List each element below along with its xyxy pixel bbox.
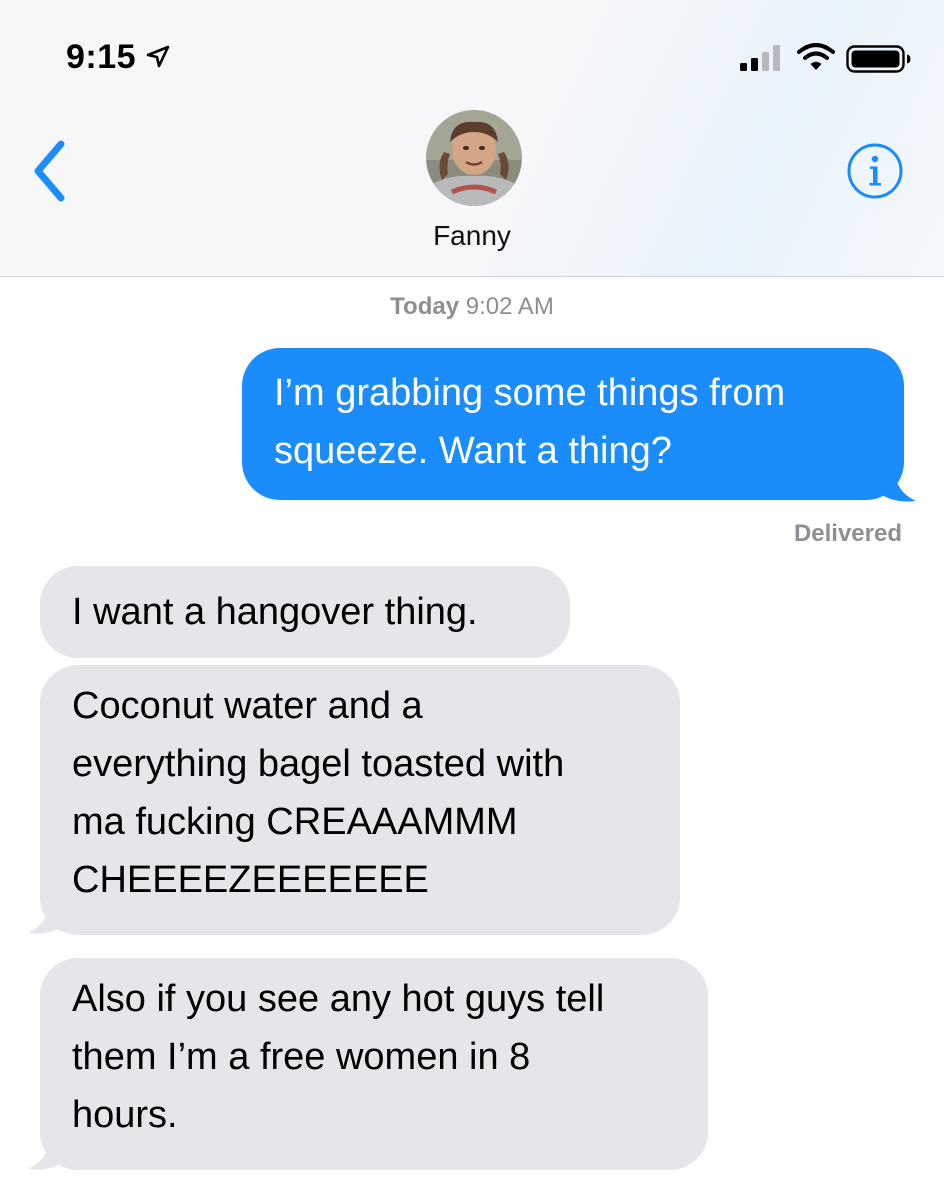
- delivered-status: Delivered: [793, 520, 902, 547]
- message-line: squeeze. Want a thing?: [274, 430, 672, 472]
- avatar-photo: [426, 110, 522, 206]
- info-button[interactable]: [846, 142, 904, 200]
- back-button[interactable]: [26, 138, 76, 204]
- timestamp-day: Today: [390, 293, 460, 320]
- conversation-header: 9:15 Fanny: [0, 0, 944, 277]
- message-line: CHEEEEZEEEEEEE: [72, 859, 429, 901]
- contact-name[interactable]: Fanny: [0, 220, 944, 252]
- message-bubble-incoming[interactable]: I want a hangover thing.: [40, 566, 570, 658]
- contact-avatar[interactable]: [426, 110, 522, 206]
- battery-icon: [846, 45, 911, 73]
- message-line: I’m grabbing some things from: [274, 372, 786, 414]
- location-arrow-icon: [146, 45, 170, 68]
- message-bubble-incoming[interactable]: Also if you see any hot guys tell them I…: [40, 958, 708, 1170]
- message-bubble-incoming[interactable]: Coconut water and a everything bagel toa…: [40, 665, 680, 935]
- message-line: ma fucking CREAAAMMM: [72, 801, 518, 843]
- message-line: everything bagel toasted with: [72, 743, 565, 785]
- info-icon: [869, 155, 881, 186]
- timestamp-time: 9:02 AM: [465, 293, 554, 320]
- message-line: hours.: [72, 1094, 178, 1136]
- conversation-timestamp: Today 9:02 AM: [0, 293, 944, 321]
- status-time: 9:15: [66, 38, 137, 76]
- message-line: Coconut water and a: [72, 685, 423, 727]
- chevron-left-icon: [34, 140, 65, 202]
- message-line: I want a hangover thing.: [72, 591, 478, 633]
- message-bubble-outgoing[interactable]: I’m grabbing some things from squeeze. W…: [242, 348, 904, 500]
- wifi-icon: [797, 43, 835, 70]
- message-line: them I’m a free women in 8: [72, 1036, 531, 1078]
- cellular-signal-icon: [740, 45, 780, 71]
- message-line: Also if you see any hot guys tell: [72, 978, 605, 1020]
